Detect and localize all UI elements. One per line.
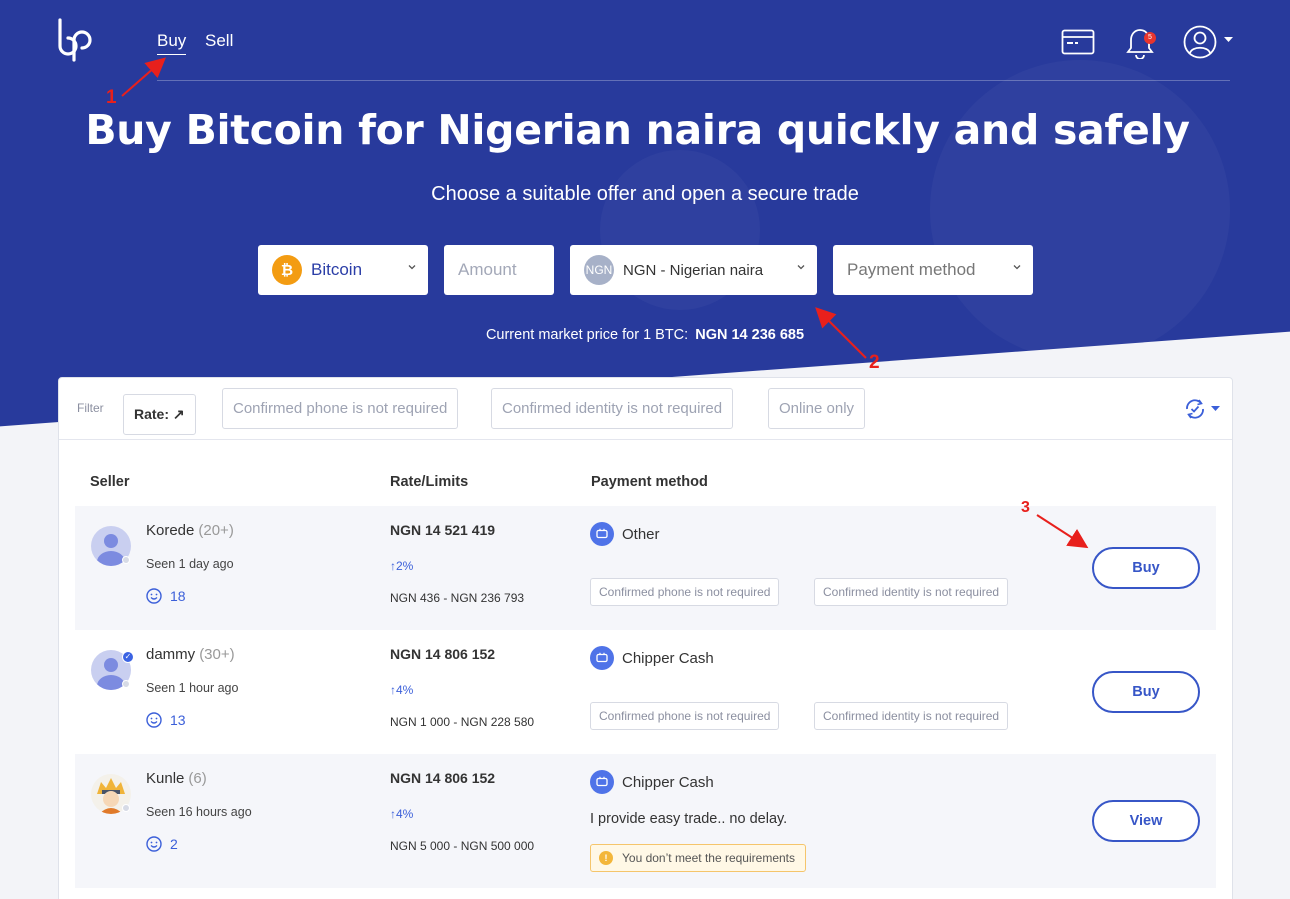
- nav-sell-link[interactable]: Sell: [205, 31, 233, 51]
- trade-count: (20+): [198, 522, 234, 539]
- verified-icon: ✓: [122, 651, 134, 663]
- reputation: 2: [146, 836, 178, 852]
- offer-row: Korede (20+) Seen 1 day ago 18 NGN 14 521…: [75, 506, 1216, 630]
- crypto-select-value: Bitcoin: [311, 260, 363, 279]
- rate-percentage: ↑4%: [390, 807, 414, 821]
- reputation: 18: [146, 588, 186, 604]
- seller-name[interactable]: Kunle (6): [146, 770, 207, 787]
- currency-select[interactable]: NGN NGN - Nigerian naira: [570, 245, 817, 295]
- amount-placeholder: Amount: [458, 260, 517, 279]
- filter-bar: Filter Rate: ↗ Confirmed phone is not re…: [59, 378, 1232, 440]
- payment-method-icon: [590, 646, 614, 670]
- filter-identity-chip[interactable]: Confirmed identity is not required: [491, 388, 734, 429]
- chevron-down-icon[interactable]: [1211, 406, 1220, 412]
- user-avatar-icon[interactable]: [1183, 25, 1217, 59]
- smile-icon: [146, 836, 162, 852]
- status-dot: [122, 680, 130, 688]
- requirements-warning: ! You don’t meet the requirements: [590, 844, 806, 872]
- amount-input[interactable]: Amount: [444, 245, 554, 295]
- trade-limits: NGN 1 000 - NGN 228 580: [390, 715, 535, 729]
- offer-rate: NGN 14 806 152: [390, 770, 496, 786]
- notification-badge: 5: [1144, 32, 1156, 44]
- chevron-down-icon: [1013, 265, 1021, 270]
- last-seen: Seen 1 hour ago: [146, 681, 239, 695]
- status-dot: [122, 804, 130, 812]
- seller-name[interactable]: Korede (20+): [146, 522, 234, 539]
- offer-row: Kunle (6) Seen 16 hours ago 2 NGN 14 806 …: [75, 754, 1216, 888]
- last-seen: Seen 1 day ago: [146, 557, 234, 571]
- annotation-label-2: 2: [869, 352, 880, 373]
- offer-description: I provide easy trade.. no delay.: [590, 811, 788, 827]
- filter-online-chip[interactable]: Online only: [768, 388, 866, 429]
- chevron-down-icon: [408, 265, 416, 270]
- trade-count: (6): [188, 770, 207, 787]
- rate-percentage: ↑2%: [390, 559, 414, 573]
- nav-buy-link[interactable]: Buy: [157, 31, 187, 55]
- offer-row: ✓ dammy (30+) Seen 1 hour ago 13 NGN 14 8…: [75, 630, 1216, 754]
- payment-method-name: Chipper Cash: [622, 773, 714, 791]
- offers-card: Filter Rate: ↗ Confirmed phone is not re…: [58, 377, 1233, 899]
- rate-sort-button[interactable]: Rate: ↗: [123, 394, 196, 435]
- background-decoration: [930, 60, 1230, 360]
- column-header-seller: Seller: [90, 474, 130, 490]
- market-price: Current market price for 1 BTC: NGN 14 2…: [0, 327, 1290, 343]
- currency-select-value: NGN - Nigerian naira: [623, 261, 764, 279]
- page-title: Buy Bitcoin for Nigerian naira quickly a…: [85, 106, 1190, 154]
- requirement-tag: Confirmed phone is not required: [590, 578, 780, 606]
- warning-text: You don’t meet the requirements: [622, 851, 795, 865]
- offer-rate: NGN 14 806 152: [390, 646, 496, 662]
- trade-limits: NGN 5 000 - NGN 500 000: [390, 839, 535, 853]
- status-dot: [122, 556, 130, 564]
- header-divider: [157, 80, 1230, 81]
- payment-method-icon: [590, 770, 614, 794]
- reputation-count: 13: [170, 712, 186, 728]
- chevron-down-icon: [797, 265, 805, 270]
- requirement-tag: Confirmed phone is not required: [590, 702, 780, 730]
- offer-rate: NGN 14 521 419: [390, 522, 496, 538]
- column-header-rate: Rate/Limits: [390, 474, 469, 490]
- chevron-down-icon[interactable]: [1224, 37, 1233, 43]
- bitcoin-icon: ₿: [272, 255, 302, 285]
- buy-button[interactable]: Buy: [1092, 547, 1200, 589]
- seller-name[interactable]: dammy (30+): [146, 646, 235, 663]
- payment-method-icon: [590, 522, 614, 546]
- auto-refresh-icon[interactable]: [1184, 398, 1206, 420]
- payment-method: Other: [590, 522, 660, 546]
- payment-method: Chipper Cash: [590, 770, 714, 794]
- last-seen: Seen 16 hours ago: [146, 805, 252, 819]
- payment-method-select[interactable]: Payment method: [833, 245, 1033, 295]
- payment-method-name: Other: [622, 525, 660, 543]
- market-price-label: Current market price for 1 BTC:: [485, 327, 689, 343]
- smile-icon: [146, 588, 162, 604]
- filter-phone-chip[interactable]: Confirmed phone is not required: [222, 388, 459, 429]
- annotation-label-3: 3: [1021, 499, 1030, 516]
- payment-method-name: Chipper Cash: [622, 649, 714, 667]
- column-header-payment: Payment method: [591, 474, 708, 490]
- crypto-select[interactable]: ₿ Bitcoin: [258, 245, 428, 295]
- requirement-tag: Confirmed identity is not required: [814, 578, 1009, 606]
- filter-label: Filter: [77, 401, 104, 415]
- buy-button[interactable]: Buy: [1092, 671, 1200, 713]
- trade-limits: NGN 436 - NGN 236 793: [390, 591, 525, 605]
- reputation: 13: [146, 712, 186, 728]
- smile-icon: [146, 712, 162, 728]
- market-price-value: NGN 14 236 685: [695, 327, 805, 343]
- payment-method-placeholder: Payment method: [847, 260, 976, 279]
- warning-icon: !: [599, 851, 613, 865]
- logo[interactable]: [56, 18, 92, 62]
- reputation-count: 18: [170, 588, 186, 604]
- trade-count: (30+): [199, 646, 235, 663]
- wallet-icon[interactable]: [1061, 29, 1095, 55]
- rate-percentage: ↑4%: [390, 683, 414, 697]
- reputation-count: 2: [170, 836, 178, 852]
- requirement-tag: Confirmed identity is not required: [814, 702, 1009, 730]
- view-button[interactable]: View: [1092, 800, 1200, 842]
- page-subtitle: Choose a suitable offer and open a secur…: [431, 183, 859, 205]
- ngn-currency-icon: NGN: [584, 255, 614, 285]
- payment-method: Chipper Cash: [590, 646, 714, 670]
- annotation-label-1: 1: [106, 87, 117, 108]
